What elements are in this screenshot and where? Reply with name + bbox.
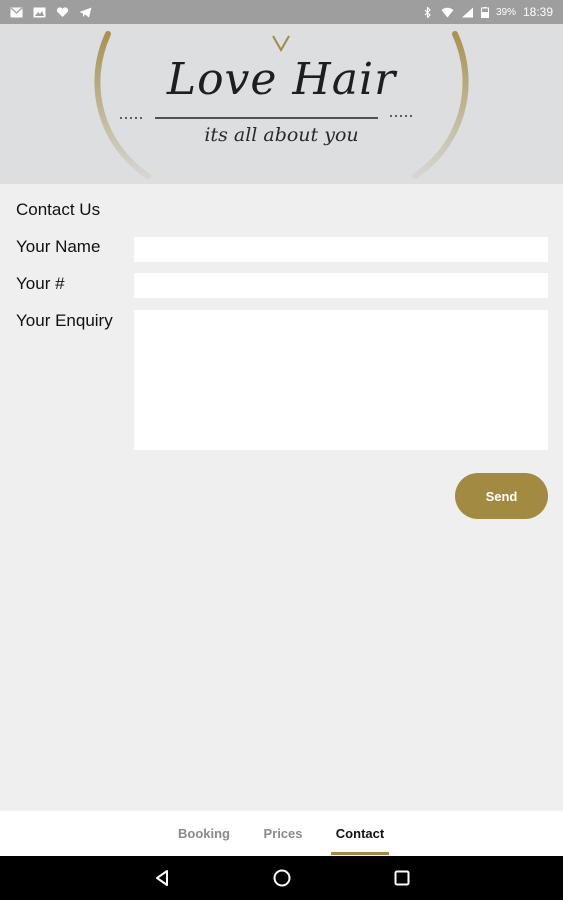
active-tab-indicator	[331, 852, 389, 855]
tab-prices[interactable]: Prices	[252, 811, 314, 856]
name-field[interactable]	[134, 237, 548, 262]
logo-tagline: its all about you	[204, 124, 359, 146]
status-bar: 39% 18:39	[0, 0, 563, 24]
enquiry-field[interactable]	[134, 310, 548, 450]
logo-title: Love Hair	[166, 54, 397, 105]
tab-contact[interactable]: Contact	[328, 811, 392, 856]
heart-message-icon	[56, 6, 69, 18]
image-icon	[33, 7, 46, 18]
name-label: Your Name	[16, 237, 101, 256]
notification-icons	[10, 6, 92, 18]
back-icon[interactable]	[150, 866, 174, 890]
page-title: Contact Us	[16, 200, 101, 219]
send-button[interactable]: Send	[455, 473, 548, 519]
logo-banner: Love Hair its all about you	[0, 24, 563, 184]
tab-bar: Booking Prices Contact	[0, 811, 563, 856]
wifi-icon	[441, 7, 454, 18]
home-icon[interactable]	[270, 866, 294, 890]
bluetooth-icon	[421, 6, 434, 18]
signal-icon	[461, 7, 474, 18]
number-label: Your #	[16, 274, 65, 293]
battery-icon	[480, 6, 489, 18]
telegram-icon	[79, 7, 92, 18]
navigation-bar	[0, 856, 563, 900]
battery-percent: 39%	[495, 6, 516, 18]
system-icons: 39% 18:39	[421, 5, 553, 19]
clock: 18:39	[522, 5, 553, 19]
tab-booking[interactable]: Booking	[170, 811, 238, 856]
enquiry-label: Your Enquiry	[16, 311, 113, 330]
number-field[interactable]	[134, 273, 548, 298]
recents-icon[interactable]	[390, 866, 414, 890]
mail-icon	[10, 7, 23, 18]
